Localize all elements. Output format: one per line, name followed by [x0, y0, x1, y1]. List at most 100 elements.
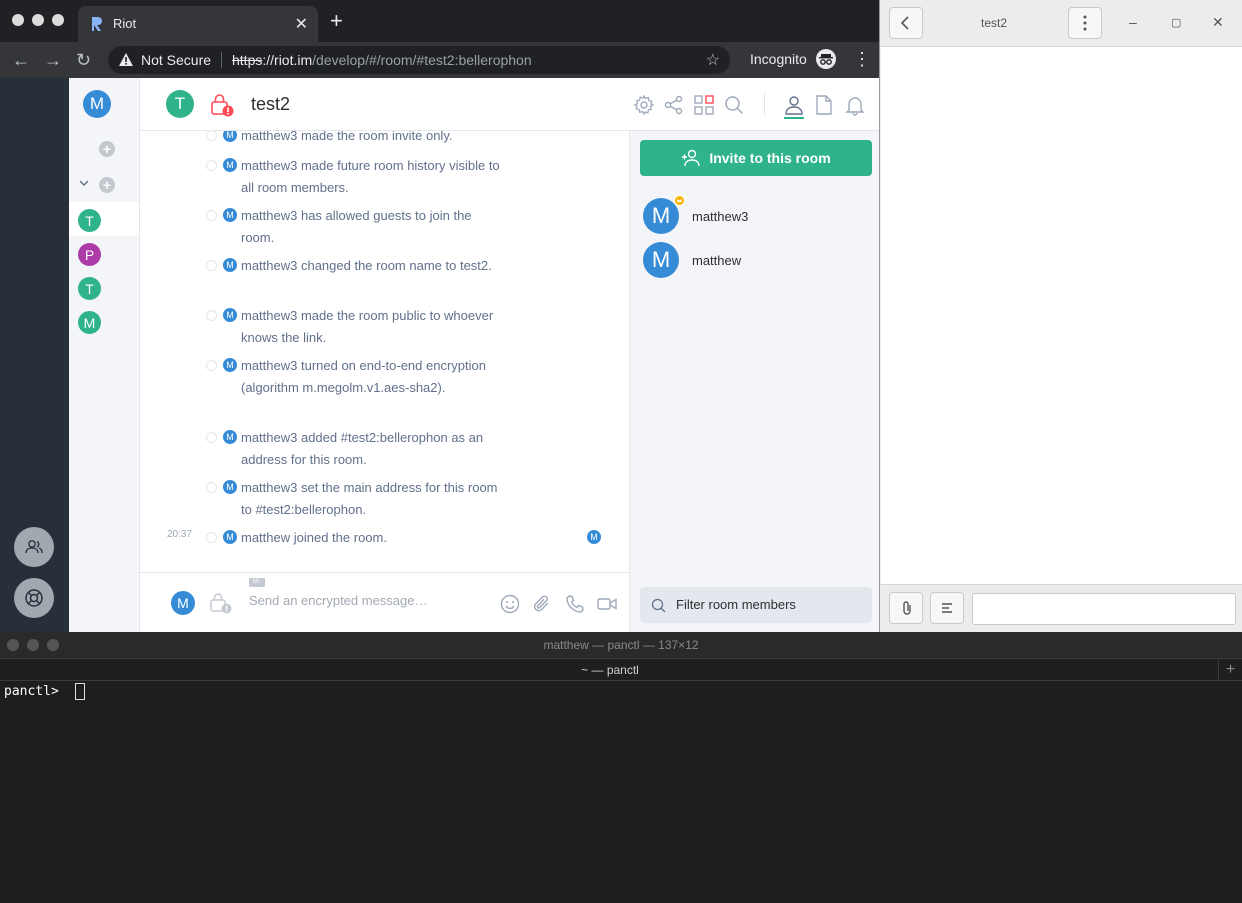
message-timeline[interactable]: M matthew3 made the room invite only. M …	[140, 131, 629, 572]
secondary-message-input[interactable]	[972, 593, 1236, 625]
tab-bar: Riot ✕ +	[0, 0, 879, 42]
new-tab-button[interactable]: +	[330, 10, 343, 32]
member-list-panel: Invite to this room M matthew3 M matthew…	[629, 131, 879, 632]
chevron-left-icon	[900, 16, 909, 30]
read-receipt-avatar[interactable]: M	[587, 530, 601, 544]
secondary-client-window: test2 – ▢ ✕	[881, 0, 1242, 632]
event-avatar[interactable]: M	[223, 158, 237, 172]
member-avatar: M	[643, 198, 679, 234]
browser-menu-icon[interactable]: ⋮	[853, 50, 871, 68]
read-receipt-dot	[206, 210, 217, 221]
tab-title: Riot	[113, 16, 137, 31]
add-room-section-icon[interactable]: +	[99, 177, 115, 193]
bookmark-star-icon[interactable]: ☆	[706, 50, 720, 70]
files-icon[interactable]	[813, 94, 835, 116]
event-avatar[interactable]: M	[223, 430, 237, 444]
active-tab-underline	[784, 117, 804, 119]
secondary-menu-button[interactable]	[1068, 7, 1102, 39]
warning-icon	[119, 53, 133, 66]
member-name: matthew3	[692, 209, 749, 224]
terminal-window: matthew — panctl — 137×12 ~ — panctl + p…	[0, 632, 1242, 903]
attach-button[interactable]	[889, 592, 923, 624]
apps-grid-icon[interactable]	[693, 94, 715, 116]
lifebuoy-icon	[25, 589, 43, 607]
chevron-down-icon[interactable]	[79, 179, 89, 187]
paperclip-icon[interactable]	[531, 593, 553, 615]
video-call-icon[interactable]	[596, 593, 618, 615]
format-button[interactable]	[930, 592, 964, 624]
security-label[interactable]: Not Secure	[141, 52, 211, 68]
reload-icon[interactable]: ↻	[76, 50, 91, 70]
room-avatar[interactable]: M	[78, 311, 101, 334]
help-button[interactable]	[14, 578, 54, 618]
address-bar[interactable]: Not Secure https://riot.im/develop/#/roo…	[108, 46, 730, 74]
read-receipt-dot	[206, 160, 217, 171]
back-button[interactable]	[889, 7, 923, 39]
room-avatar[interactable]: P	[78, 243, 101, 266]
zoom-window-button[interactable]	[52, 14, 64, 26]
omnibox-divider	[221, 52, 222, 68]
member-list-item[interactable]: M matthew	[643, 242, 873, 282]
event-avatar[interactable]: M	[223, 530, 237, 544]
vertical-dots-icon	[1083, 15, 1087, 31]
url-text[interactable]: https://riot.im/develop/#/room/#test2:be…	[232, 52, 532, 68]
close-icon[interactable]: ✕	[1212, 14, 1224, 31]
read-receipt-dot	[206, 131, 217, 141]
forward-icon[interactable]: →	[44, 50, 62, 70]
room-avatar-header[interactable]: T	[166, 90, 194, 118]
event-avatar[interactable]: M	[223, 131, 237, 142]
share-icon[interactable]	[663, 94, 685, 116]
room-name[interactable]: test2	[251, 94, 290, 115]
room-avatar[interactable]: T	[78, 277, 101, 300]
invite-button[interactable]: Invite to this room	[640, 140, 872, 176]
room-avatar[interactable]: T	[78, 209, 101, 232]
search-icon[interactable]	[723, 94, 745, 116]
emoji-icon[interactable]	[499, 593, 521, 615]
composer-user-avatar[interactable]: M	[171, 591, 195, 615]
unverified-lock-icon	[211, 94, 234, 117]
event-timestamp: 20:37	[167, 529, 193, 540]
maximize-icon[interactable]: ▢	[1171, 16, 1181, 29]
room-header: T test2	[140, 78, 879, 131]
member-list-item[interactable]: M matthew3	[643, 195, 873, 238]
secondary-header-bar: test2 – ▢ ✕	[881, 0, 1242, 47]
add-room-icon[interactable]: +	[99, 141, 115, 157]
back-icon[interactable]: ←	[12, 50, 30, 70]
voice-call-icon[interactable]	[564, 593, 586, 615]
event-text: matthew3 set the main address for this r…	[241, 480, 498, 517]
tab-close-icon[interactable]: ✕	[295, 14, 308, 34]
settings-gear-icon[interactable]	[633, 94, 655, 116]
admin-crown-icon	[674, 195, 685, 206]
header-divider	[764, 92, 765, 116]
user-avatar[interactable]: M	[83, 90, 111, 118]
message-input[interactable]: Send an encrypted message…	[249, 593, 428, 608]
event-text: matthew3 has allowed guests to join the …	[241, 208, 472, 245]
riot-favicon-icon	[92, 17, 102, 31]
terminal-cursor[interactable]	[75, 683, 85, 700]
browser-toolbar: ← → ↻ Not Secure https://riot.im/develop…	[0, 42, 879, 78]
read-receipt-dot	[206, 432, 217, 443]
event-avatar[interactable]: M	[223, 480, 237, 494]
start-chat-button[interactable]	[14, 527, 54, 567]
close-window-button[interactable]	[12, 14, 24, 26]
minimize-window-button[interactable]	[32, 14, 44, 26]
markdown-toggle[interactable]: M↓	[249, 578, 265, 587]
browser-tab[interactable]: Riot ✕	[78, 6, 318, 42]
secondary-window-title: test2	[981, 16, 1008, 30]
url-path: /develop/#/room/#test2:bellerophon	[312, 52, 532, 68]
new-terminal-tab-button[interactable]: +	[1218, 659, 1242, 681]
member-list-icon[interactable]	[783, 94, 805, 116]
terminal-tab[interactable]: ~ — panctl +	[0, 658, 1242, 681]
event-avatar[interactable]: M	[223, 358, 237, 372]
event-avatar[interactable]: M	[223, 208, 237, 222]
filter-members-input[interactable]: Filter room members	[640, 587, 872, 623]
read-receipt-dot	[206, 260, 217, 271]
event-avatar[interactable]: M	[223, 258, 237, 272]
minimize-icon[interactable]: –	[1129, 14, 1137, 30]
event-avatar[interactable]: M	[223, 308, 237, 322]
event-text: matthew3 made the room invite only.	[241, 131, 453, 143]
filter-placeholder: Filter room members	[676, 597, 796, 612]
browser-window: Riot ✕ + ← → ↻ Not Secure https://riot.i…	[0, 0, 880, 632]
invite-button-label: Invite to this room	[709, 150, 831, 166]
notifications-bell-icon[interactable]	[844, 94, 866, 116]
